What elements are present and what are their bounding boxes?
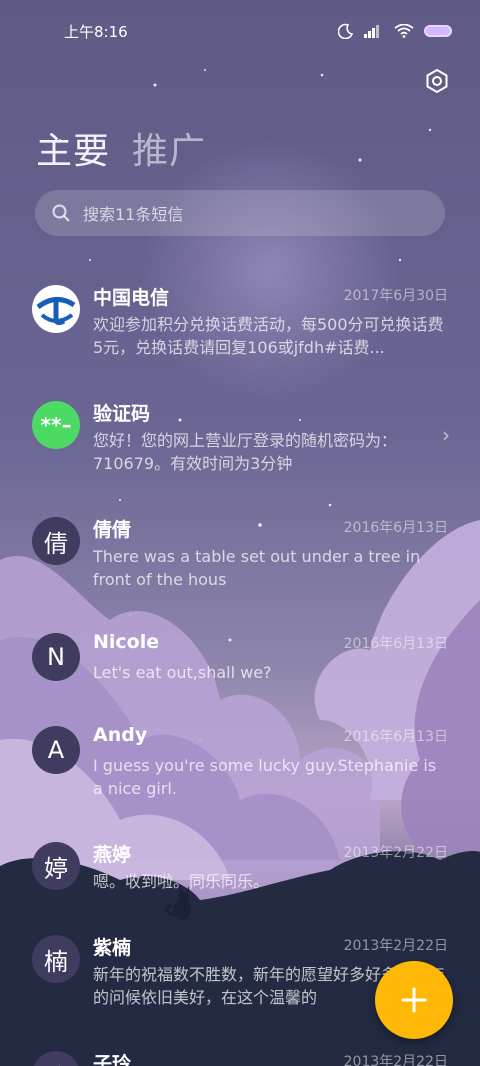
sender-name: 子玲 <box>93 1053 132 1066</box>
search-bar[interactable]: 搜索11条短信 <box>35 190 445 236</box>
gear-icon <box>426 68 448 94</box>
sender-name: Andy <box>93 724 148 746</box>
settings-button[interactable] <box>422 66 452 96</box>
conversation-item[interactable]: 中国电信 2017年6月30日 欢迎参加积分兑换话费活动，每500分可兑换话费5… <box>0 285 480 385</box>
signal-icon <box>364 25 379 38</box>
sender-name: 紫楠 <box>93 937 132 959</box>
conversation-item[interactable]: A Andy 2016年6月13日 I guess you're some lu… <box>0 724 480 826</box>
message-preview: There was a table set out under a tree i… <box>93 547 421 589</box>
message-preview: 嗯。收到啦。同乐同乐。 <box>93 872 270 891</box>
message-date: 2017年6月30日 <box>343 288 448 304</box>
avatar: 倩 <box>32 517 80 565</box>
message-preview: 欢迎参加积分兑换话费活动，每500分可兑换话费5元，兑换话费请回复106或jfd… <box>93 315 444 357</box>
battery-icon <box>424 25 452 37</box>
conversation-item[interactable]: N Nicole 2016年6月13日 Let's eat out,shall … <box>0 631 480 733</box>
message-date: 2016年6月13日 <box>343 729 448 745</box>
conversation-item[interactable]: **– 验证码 › 您好！您的网上营业厅登录的随机密码为：710679。有效时间… <box>0 401 480 501</box>
sender-name: 燕婷 <box>93 844 132 866</box>
sender-name: 验证码 <box>93 403 151 425</box>
message-preview: 您好！您的网上营业厅登录的随机密码为：710679。有效时间为3分钟 <box>93 431 398 473</box>
message-date: 2013年2月22日 <box>343 938 448 954</box>
search-input[interactable]: 搜索11条短信 <box>83 201 183 225</box>
message-date: 2013年2月22日 <box>343 845 448 861</box>
wifi-icon <box>394 24 414 38</box>
avatar <box>32 285 80 333</box>
tab-promotions[interactable]: 推广 <box>132 122 206 174</box>
message-date: 2016年6月13日 <box>343 520 448 536</box>
telecom-logo-icon <box>34 287 78 331</box>
tab-primary[interactable]: 主要 <box>36 122 110 174</box>
message-preview: I guess you're some lucky guy.Stephanie … <box>93 756 437 798</box>
message-date: 2016年6月13日 <box>343 636 448 652</box>
avatar: 玲 <box>32 1051 80 1066</box>
sender-name: 倩倩 <box>93 519 132 541</box>
sender-name: 中国电信 <box>93 287 170 309</box>
conversation-item[interactable]: 婷 燕婷 2013年2月22日 嗯。收到啦。同乐同乐。 <box>0 842 480 942</box>
avatar: 楠 <box>32 935 80 983</box>
message-preview: Let's eat out,shall we? <box>93 663 272 682</box>
conversation-item[interactable]: 玲 子玲 2013年2月22日 <box>0 1051 480 1066</box>
status-time: 上午8:16 <box>64 22 128 41</box>
avatar: 婷 <box>32 842 80 890</box>
status-icons <box>338 23 452 39</box>
moon-icon <box>338 23 354 39</box>
status-bar: 上午8:16 <box>0 0 480 62</box>
message-date: 2013年2月22日 <box>343 1054 448 1066</box>
avatar: **– <box>32 401 80 449</box>
tab-bar: 主要 推广 <box>36 122 206 174</box>
plus-icon <box>401 987 427 1013</box>
avatar: A <box>32 726 80 774</box>
avatar: N <box>32 633 80 681</box>
conversation-item[interactable]: 倩 倩倩 2016年6月13日 There was a table set ou… <box>0 517 480 617</box>
new-message-button[interactable] <box>375 961 453 1039</box>
sender-name: Nicole <box>93 631 160 653</box>
search-icon <box>52 204 70 222</box>
